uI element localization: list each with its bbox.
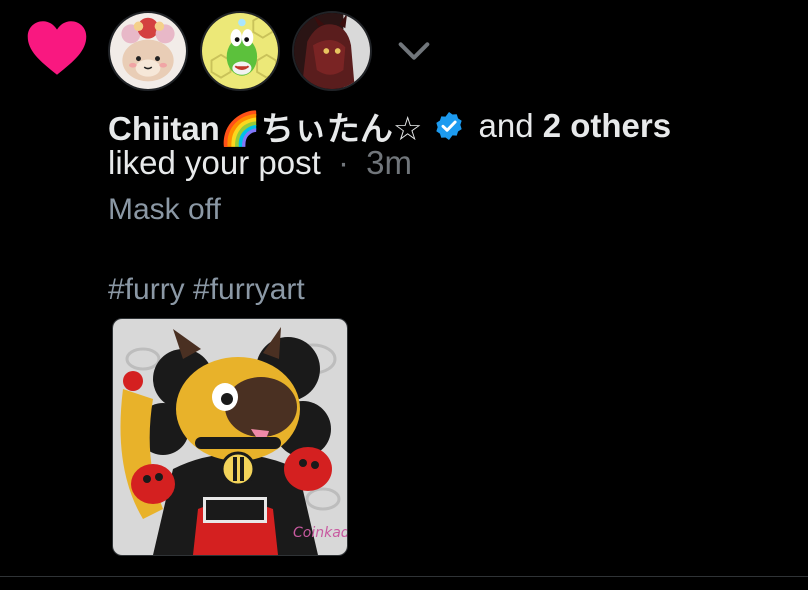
liker-avatars [108, 10, 434, 92]
avatar-chiitan[interactable] [108, 11, 188, 91]
divider [0, 576, 808, 577]
verified-badge-icon [433, 110, 465, 142]
chevron-down-icon[interactable] [394, 31, 434, 71]
others-link[interactable]: 2 others [543, 107, 671, 145]
actor-name[interactable]: Chiitan🌈ちぃたん☆ [108, 102, 423, 150]
notification-actors: Chiitan🌈ちぃたん☆ and 2 others [108, 102, 671, 150]
avatar-yoshi[interactable] [200, 11, 280, 91]
like-notification[interactable]: Chiitan🌈ちぃたん☆ and 2 others liked your po… [0, 0, 808, 576]
post-text[interactable]: Mask off [108, 190, 221, 230]
notification-action: liked your post · 3m [108, 144, 412, 182]
heart-icon [26, 20, 88, 76]
action-text: liked your post [108, 144, 321, 181]
separator: · [337, 144, 349, 181]
post-hashtags[interactable]: #furry #furryart [108, 270, 305, 310]
post-media-thumbnail[interactable]: Coinkado [112, 318, 348, 556]
avatar-dark-character[interactable] [292, 11, 372, 91]
media-signature: Coinkado [293, 525, 347, 541]
timestamp[interactable]: 3m [366, 144, 412, 181]
connector-text: and [478, 107, 534, 144]
